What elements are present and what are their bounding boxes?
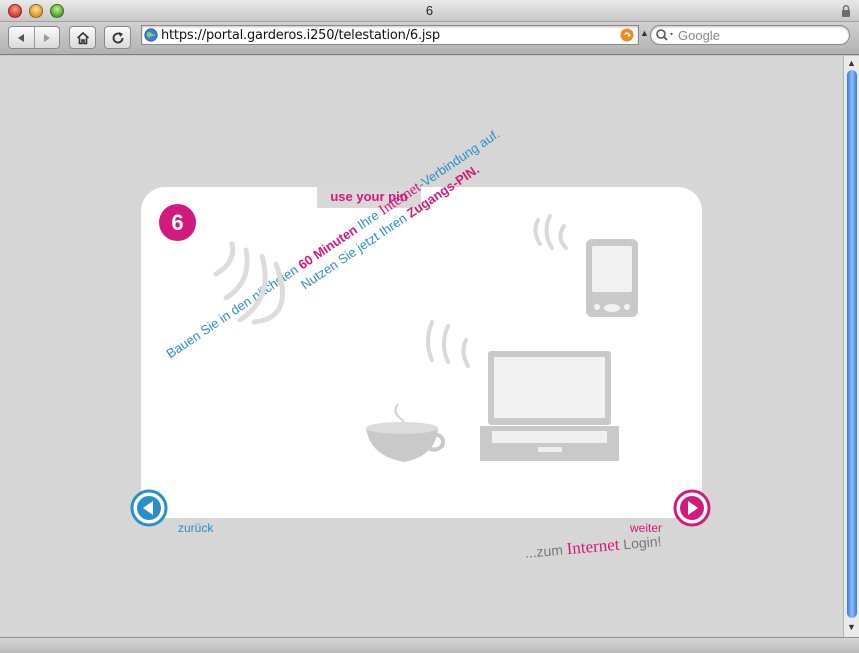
status-bar <box>0 637 859 653</box>
window-title: 6 <box>425 3 434 18</box>
page-viewport: use your pin 6 Bauen Sie in den nächsten… <box>0 56 843 637</box>
illustration <box>213 214 638 462</box>
back-nav-label[interactable]: zurück <box>178 521 213 535</box>
home-icon <box>76 31 89 44</box>
wireless-waves-icon <box>213 241 285 325</box>
title-bar: 6 <box>0 0 859 22</box>
home-button[interactable] <box>69 26 96 49</box>
next-nav-button[interactable] <box>673 489 711 527</box>
scroll-down-icon[interactable]: ▼ <box>847 622 856 632</box>
search-icon[interactable] <box>655 28 677 42</box>
back-forward-group <box>8 26 60 49</box>
address-bar[interactable]: https://portal.garderos.i250/telestation… <box>141 25 639 45</box>
coffee-cup-icon <box>366 403 445 462</box>
handheld-device-icon <box>586 239 638 317</box>
vertical-scrollbar[interactable]: ▲ ▼ <box>843 56 859 637</box>
rss-icon[interactable] <box>620 28 634 42</box>
back-button[interactable] <box>9 27 34 48</box>
scroll-thumb[interactable] <box>847 70 857 618</box>
back-nav-button[interactable] <box>130 489 168 527</box>
globe-icon <box>144 28 158 42</box>
wireless-waves-icon <box>426 320 470 368</box>
wireless-waves-icon <box>533 214 568 250</box>
reload-icon <box>112 31 123 43</box>
next-nav-label[interactable]: weiter <box>630 521 662 535</box>
url-history-chevron-icon[interactable]: ▲ <box>640 28 649 38</box>
url-text: https://portal.garderos.i250/telestation… <box>161 28 440 43</box>
forward-icon <box>43 33 50 42</box>
scroll-up-icon[interactable]: ▲ <box>847 58 856 68</box>
lock-icon[interactable] <box>841 5 851 17</box>
reload-button[interactable] <box>104 26 131 49</box>
laptop-icon <box>480 351 619 461</box>
back-icon <box>18 33 25 42</box>
search-field[interactable]: Google <box>650 25 850 45</box>
browser-window: 6 https://portal.garderos.i250/telestati… <box>0 0 859 653</box>
forward-button[interactable] <box>33 27 59 48</box>
search-placeholder: Google <box>678 28 720 43</box>
